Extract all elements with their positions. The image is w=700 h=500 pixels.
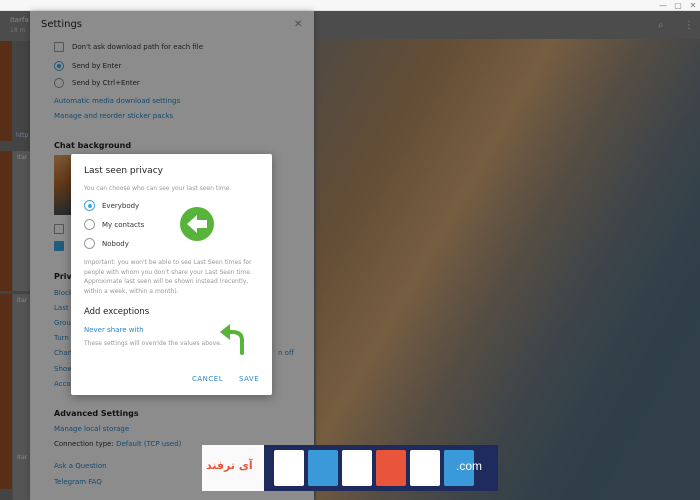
watermark-banner: آی ترفند .com [202,445,498,491]
logo-tile [376,450,406,486]
option-my-contacts[interactable]: My contacts [84,219,144,230]
save-button[interactable]: SAVE [239,375,259,383]
option-everybody[interactable]: Everybody [84,200,139,211]
window-titlebar: — ▢ ✕ [0,0,700,11]
window-close-button[interactable]: ✕ [686,0,700,11]
option-label: Everybody [102,201,140,210]
curved-arrow-icon [220,324,244,355]
maximize-button[interactable]: ▢ [671,0,685,11]
logo-tile [274,450,304,486]
logo-tile [308,450,338,486]
arrow-left-icon [187,215,207,233]
watermark-persian-block: آی ترفند [202,445,264,491]
cancel-button[interactable]: CANCEL [192,375,223,383]
logo-tile [342,450,372,486]
dialog-note: Important: you won't be able to see Last… [84,259,252,295]
option-label: Nobody [102,239,129,248]
minimize-button[interactable]: — [656,0,670,11]
arrow-left-icon [180,207,214,241]
dialog-description: You can choose who can see your last see… [84,185,232,192]
never-share-link[interactable]: Never share with [84,326,144,334]
radio-button[interactable] [84,200,95,211]
exceptions-heading: Add exceptions [84,307,150,317]
last-seen-privacy-dialog: Last seen privacy You can choose who can… [71,154,272,395]
option-nobody[interactable]: Nobody [84,238,129,249]
option-label: My contacts [102,220,145,229]
radio-button[interactable] [84,219,95,230]
logo-tile [410,450,440,486]
dialog-title: Last seen privacy [84,166,163,176]
watermark-persian-text: آی ترفند [206,459,253,472]
watermark-domain: .com [456,459,483,473]
radio-button[interactable] [84,238,95,249]
exceptions-hint: These settings will override the values … [84,340,222,347]
